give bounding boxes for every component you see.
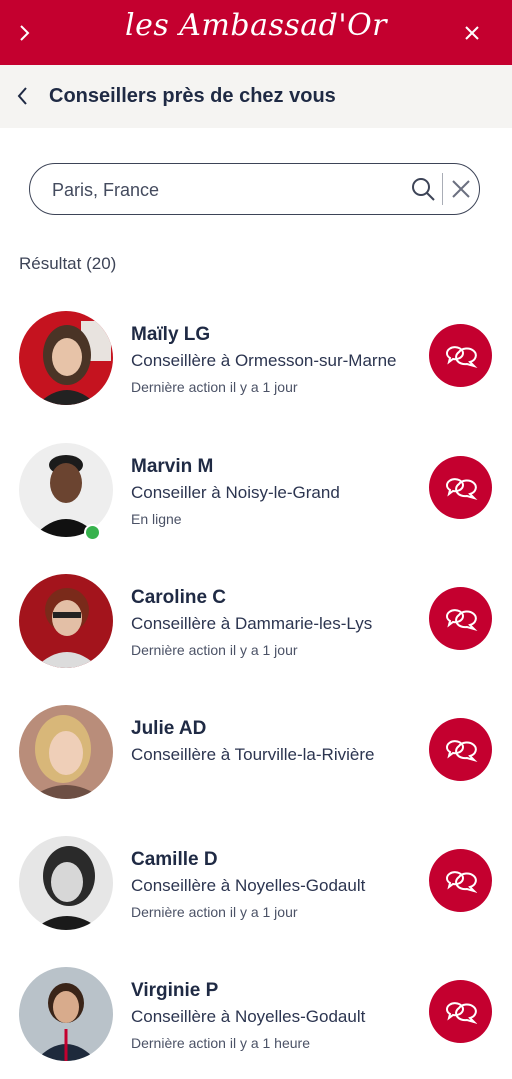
avatar bbox=[19, 836, 113, 930]
advisor-status: Dernière action il y a 1 jour bbox=[131, 904, 298, 920]
advisor-status: Dernière action il y a 1 jour bbox=[131, 379, 298, 395]
avatar bbox=[19, 443, 113, 537]
advisor-location: Conseillère à Noyelles-Godault bbox=[131, 876, 366, 895]
advisor-name: Maïly LG bbox=[131, 324, 211, 345]
advisor-row[interactable]: Maïly LG Conseillère à Ormesson-sur-Marn… bbox=[0, 311, 512, 406]
advisor-row[interactable]: Virginie P Conseillère à Noyelles-Godaul… bbox=[0, 967, 512, 1062]
advisor-row[interactable]: Camille D Conseillère à Noyelles-Godault… bbox=[0, 836, 512, 931]
search-icon[interactable] bbox=[410, 176, 436, 202]
advisor-status: En ligne bbox=[131, 511, 182, 527]
advisor-location: Conseillère à Dammarie-les-Lys bbox=[131, 614, 373, 633]
search-box bbox=[29, 163, 480, 215]
chat-button[interactable] bbox=[429, 324, 492, 387]
chat-bubbles-icon bbox=[445, 477, 477, 500]
chat-button[interactable] bbox=[429, 456, 492, 519]
top-bar: les Ambassad'Or bbox=[0, 0, 512, 65]
advisor-status: Dernière action il y a 1 jour bbox=[131, 642, 298, 658]
advisor-name: Marvin M bbox=[131, 456, 214, 477]
advisor-name: Camille D bbox=[131, 849, 218, 870]
advisor-row[interactable]: Caroline C Conseillère à Dammarie-les-Ly… bbox=[0, 574, 512, 669]
chat-button[interactable] bbox=[429, 980, 492, 1043]
back-button[interactable] bbox=[10, 81, 36, 111]
advisor-location: Conseillère à Noyelles-Godault bbox=[131, 1007, 366, 1026]
advisor-row[interactable]: Julie AD Conseillère à Tourville-la-Rivi… bbox=[0, 705, 512, 800]
advisor-location: Conseiller à Noisy-le-Grand bbox=[131, 483, 340, 502]
avatar bbox=[19, 967, 113, 1061]
online-indicator bbox=[84, 524, 101, 541]
avatar bbox=[19, 311, 113, 405]
avatar bbox=[19, 705, 113, 799]
result-count: Résultat (20) bbox=[19, 254, 117, 273]
advisor-location: Conseillère à Tourville-la-Rivière bbox=[131, 745, 375, 764]
search-input[interactable] bbox=[50, 176, 404, 204]
sub-header: Conseillers près de chez vous bbox=[0, 65, 512, 128]
advisor-name: Julie AD bbox=[131, 718, 207, 739]
brand-logo: les Ambassad'Or bbox=[124, 8, 388, 43]
chat-bubbles-icon bbox=[445, 1001, 477, 1024]
chat-bubbles-icon bbox=[445, 345, 477, 368]
chat-button[interactable] bbox=[429, 849, 492, 912]
close-icon bbox=[465, 25, 479, 40]
chat-button[interactable] bbox=[429, 587, 492, 650]
advisor-status: Dernière action il y a 1 heure bbox=[131, 1035, 310, 1051]
chevron-left-icon bbox=[17, 87, 27, 105]
chat-bubbles-icon bbox=[445, 870, 477, 893]
clear-search-icon[interactable] bbox=[448, 176, 474, 202]
search-divider bbox=[442, 173, 443, 205]
chat-button[interactable] bbox=[429, 718, 492, 781]
advisor-row[interactable]: Marvin M Conseiller à Noisy-le-Grand En … bbox=[0, 443, 512, 541]
chat-bubbles-icon bbox=[445, 739, 477, 762]
advisor-name: Virginie P bbox=[131, 980, 219, 1001]
avatar bbox=[19, 574, 113, 668]
chat-bubbles-icon bbox=[445, 608, 477, 631]
advisor-name: Caroline C bbox=[131, 587, 227, 608]
page-title: Conseillers près de chez vous bbox=[49, 85, 336, 107]
close-button[interactable] bbox=[447, 0, 497, 65]
advisor-location: Conseillère à Ormesson-sur-Marne bbox=[131, 351, 397, 370]
